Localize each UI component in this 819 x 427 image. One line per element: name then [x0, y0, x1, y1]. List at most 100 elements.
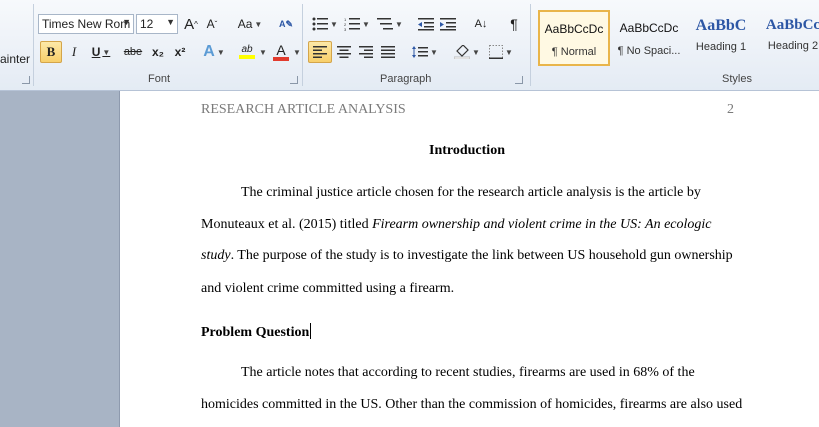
group-separator	[33, 4, 34, 86]
chevron-down-icon: ▼	[472, 47, 480, 57]
paragraph-line: and violent crime committed using a fire…	[201, 281, 455, 296]
justify-button[interactable]	[378, 41, 398, 63]
running-header: RESEARCH ARTICLE ANALYSIS	[201, 102, 406, 117]
sort-button[interactable]: A↓	[470, 13, 492, 35]
style-sample: AaBbCcDc	[619, 21, 679, 35]
bold-button[interactable]: B	[40, 41, 62, 63]
document-workspace: RESEARCH ARTICLE ANALYSIS 2 Introduction…	[0, 91, 819, 427]
borders-button[interactable]: ▼	[486, 41, 516, 63]
increase-indent-button[interactable]	[438, 13, 458, 35]
style-heading-2[interactable]: AaBbCc Heading 2	[757, 10, 819, 66]
format-painter-label[interactable]: ainter	[0, 52, 30, 66]
align-left-icon	[313, 46, 327, 58]
bullets-icon	[312, 17, 329, 31]
chevron-down-icon: ▼	[395, 19, 403, 29]
superscript-button[interactable]: x²	[170, 41, 190, 63]
grow-font-icon: A	[184, 15, 195, 33]
align-center-icon	[337, 46, 351, 58]
chevron-down-icon[interactable]: ▼	[293, 48, 301, 57]
document-page[interactable]: RESEARCH ARTICLE ANALYSIS 2 Introduction…	[119, 91, 819, 427]
font-size-combo[interactable]: 12 ▼	[136, 14, 178, 34]
font-color-button[interactable]: A	[266, 41, 296, 63]
style-name: Heading 2	[767, 40, 819, 52]
clear-formatting-button[interactable]: A✎	[276, 13, 296, 35]
clear-formatting-icon: A✎	[278, 18, 294, 29]
bold-icon: B	[46, 44, 56, 59]
style-sample: AaBbC	[695, 17, 747, 34]
superscript-icon: x²	[174, 45, 186, 59]
subscript-button[interactable]: x₂	[148, 41, 168, 63]
text-run: Monuteaux et al. (2015) titled	[201, 217, 373, 232]
align-right-icon	[359, 46, 373, 58]
align-right-button[interactable]	[356, 41, 376, 63]
font-launcher-icon[interactable]	[290, 76, 298, 84]
underline-icon: U	[91, 45, 101, 59]
shrink-font-button[interactable]: Aˇ	[203, 13, 221, 35]
justify-icon	[381, 46, 395, 58]
paragraph-line: study. The purpose of the study is to in…	[201, 248, 733, 264]
shading-button[interactable]: ▼	[452, 41, 482, 63]
article-title-italic: Firearm ownership and violent crime in t…	[372, 217, 712, 232]
style-name: Heading 1	[695, 41, 747, 53]
paragraph-line: The article notes that according to rece…	[241, 365, 695, 380]
underline-button[interactable]: U ▼	[86, 41, 116, 63]
highlight-color-swatch	[239, 55, 255, 59]
chevron-down-icon: ▼	[102, 47, 111, 57]
clipboard-launcher-icon[interactable]	[22, 76, 30, 84]
grow-font-button[interactable]: A ^	[182, 13, 200, 35]
chevron-down-icon: ▼	[330, 19, 338, 29]
subheading-text: Problem Question	[201, 325, 310, 340]
chevron-down-icon[interactable]: ▼	[166, 17, 175, 27]
strikethrough-icon: abe	[123, 46, 143, 58]
article-title-italic: study	[201, 248, 231, 263]
highlighter-icon: ab	[241, 44, 253, 55]
styles-group-label: Styles	[722, 73, 752, 85]
line-spacing-icon	[412, 46, 429, 58]
arrow-down-icon: ˇ	[214, 19, 218, 29]
group-separator	[530, 4, 531, 86]
shrink-font-icon: A	[206, 17, 215, 31]
style-sample: AaBbCc	[765, 17, 819, 33]
line-spacing-button[interactable]: ▼	[410, 41, 440, 63]
sort-icon: A↓	[474, 18, 488, 30]
change-case-button[interactable]: Aa ▼	[235, 13, 265, 35]
style-name: ¶ Normal	[551, 46, 597, 58]
style-heading-1[interactable]: AaBbC Heading 1	[685, 10, 757, 66]
decrease-indent-button[interactable]	[416, 13, 436, 35]
chevron-down-icon[interactable]: ▼	[122, 17, 131, 27]
subscript-icon: x₂	[151, 45, 164, 59]
numbering-icon: 123	[344, 17, 361, 31]
strikethrough-button[interactable]: abe	[120, 41, 146, 63]
bullets-button[interactable]: ▼	[310, 13, 340, 35]
paragraph-line: homicides committed in the US. Other tha…	[201, 397, 743, 412]
highlight-button[interactable]: ab	[232, 41, 262, 63]
align-center-button[interactable]	[334, 41, 354, 63]
paragraph-launcher-icon[interactable]	[515, 76, 523, 84]
font-name-value: Times New Rom	[42, 17, 131, 31]
font-color-swatch	[273, 56, 289, 61]
change-case-icon: Aa	[237, 17, 253, 31]
arrow-up-icon: ^	[194, 19, 198, 29]
font-size-value: 12	[140, 17, 154, 31]
font-group-label: Font	[148, 73, 171, 85]
paragraph-line: Monuteaux et al. (2015) titled Firearm o…	[201, 217, 712, 233]
show-marks-button[interactable]: ¶	[504, 13, 524, 35]
italic-button[interactable]: I	[64, 41, 84, 63]
multilevel-list-icon	[377, 18, 394, 30]
ribbon: ainter Times New Rom ▼ 12 ▼ A ^ Aˇ Aa ▼ A…	[0, 0, 819, 91]
paragraph-group-label: Paragraph	[380, 73, 432, 85]
align-left-button[interactable]	[308, 41, 332, 63]
increase-indent-icon	[440, 18, 456, 31]
chevron-down-icon: ▼	[216, 47, 225, 57]
font-name-combo[interactable]: Times New Rom ▼	[38, 14, 134, 34]
chevron-down-icon: ▼	[430, 47, 438, 57]
style-no-spacing[interactable]: AaBbCcDc ¶ No Spaci...	[613, 10, 685, 66]
borders-icon	[489, 45, 504, 59]
decrease-indent-icon	[418, 18, 434, 31]
group-separator	[302, 4, 303, 86]
style-normal[interactable]: AaBbCcDc ¶ Normal	[538, 10, 610, 66]
text-effects-button[interactable]: A ▼	[200, 41, 228, 63]
paint-bucket-icon	[454, 45, 471, 59]
numbering-button[interactable]: 123 ▼	[342, 13, 372, 35]
multilevel-list-button[interactable]: ▼	[374, 13, 406, 35]
